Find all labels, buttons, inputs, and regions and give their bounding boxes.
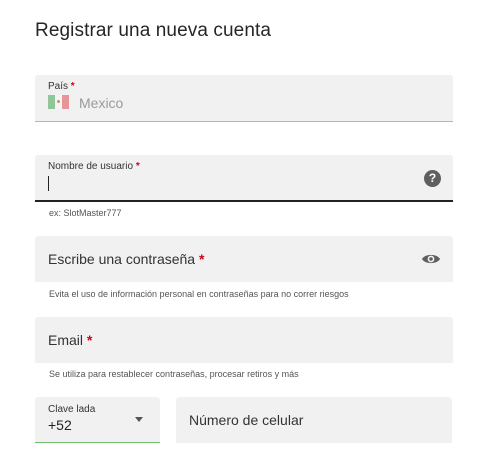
country-select[interactable]: País * Mexico xyxy=(35,75,453,122)
mexico-flag-icon xyxy=(48,95,69,109)
required-mark: * xyxy=(86,332,93,348)
phone-prefix-label: Clave lada xyxy=(48,404,96,415)
question-circle-icon[interactable]: ? xyxy=(424,170,441,187)
email-label: Email * xyxy=(48,332,93,348)
required-mark: * xyxy=(135,161,140,172)
required-mark: * xyxy=(198,251,205,267)
password-label: Escribe una contraseña * xyxy=(48,251,205,267)
phone-prefix-select[interactable]: Clave lada +52 xyxy=(35,397,160,443)
email-field[interactable]: Email * xyxy=(35,317,453,363)
password-field[interactable]: Escribe una contraseña * xyxy=(35,236,453,282)
username-label: Nombre de usuario * xyxy=(48,161,140,172)
eye-icon[interactable] xyxy=(421,250,441,268)
phone-number-field[interactable]: Número de celular xyxy=(176,397,452,443)
username-field[interactable]: Nombre de usuario * ? xyxy=(35,155,453,202)
phone-prefix-value: +52 xyxy=(48,417,72,433)
page-title: Registrar una nueva cuenta xyxy=(35,20,272,41)
required-mark: * xyxy=(70,81,75,92)
country-label: País * xyxy=(48,81,75,92)
email-helper: Se utiliza para restablecer contraseñas,… xyxy=(49,369,299,379)
caret-down-icon xyxy=(135,417,143,422)
password-helper: Evita el uso de información personal en … xyxy=(49,289,349,299)
country-value: Mexico xyxy=(79,95,124,111)
text-cursor xyxy=(48,176,49,191)
phone-number-label: Número de celular xyxy=(189,412,304,428)
username-helper: ex: SlotMaster777 xyxy=(49,208,122,218)
